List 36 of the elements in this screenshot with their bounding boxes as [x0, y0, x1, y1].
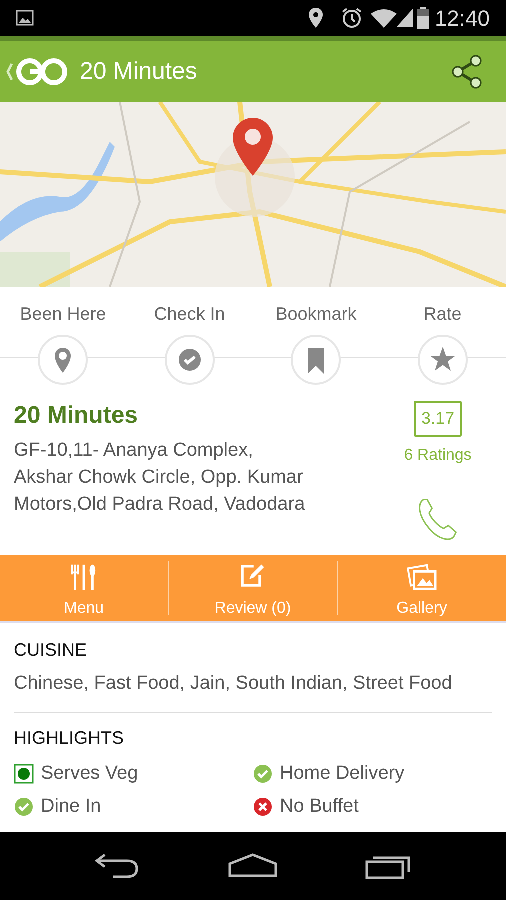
home-icon[interactable]	[227, 852, 279, 880]
place-address: GF-10,11- Ananya Complex, Akshar Chowk Circle, Opp. Kumar Motors,Old Padra Road, Vadodara	[14, 439, 306, 517]
tab-button[interactable]: Review (0)	[169, 555, 337, 621]
cuisine-text: Chinese, Fast Food, Jain, South Indian, Street Food	[14, 672, 454, 696]
section-heading: HIGHLIGHTS	[14, 727, 126, 749]
action-label: Rate	[424, 303, 462, 325]
highlight-label: Serves Veg	[41, 762, 138, 786]
back-icon[interactable]	[93, 851, 141, 881]
ratings-count[interactable]: 6 Ratings	[404, 444, 472, 468]
app-title: 20 Minutes	[80, 56, 198, 86]
map-pin-icon[interactable]	[233, 118, 273, 176]
status-time: 12:40	[434, 4, 490, 32]
action-label: Been Here	[20, 303, 106, 325]
logo-icon[interactable]	[16, 56, 68, 86]
highlight-label: Dine In	[41, 795, 102, 819]
highlight-label: Home Delivery	[280, 762, 405, 786]
gallery-icon	[407, 563, 437, 592]
check-icon	[253, 764, 273, 784]
rating-badge: 3.17	[414, 401, 462, 436]
action-label: Bookmark	[276, 303, 357, 325]
image-icon	[16, 10, 34, 26]
tab-button[interactable]: Menu	[0, 555, 168, 621]
battery-icon	[416, 7, 429, 29]
place-name: 20 Minutes	[14, 401, 140, 431]
section-heading: CUISINE	[14, 639, 88, 661]
check-icon	[14, 797, 34, 817]
action-label: Check In	[154, 303, 226, 325]
tab-button[interactable]: Gallery	[338, 555, 506, 621]
veg-icon	[14, 764, 34, 784]
wifi-icon	[370, 8, 397, 28]
alarm-icon	[340, 7, 363, 29]
cross-icon	[253, 797, 273, 817]
highlight-label: No Buffet	[280, 795, 359, 819]
location-icon	[308, 8, 323, 28]
share-icon[interactable]	[450, 54, 484, 88]
signal-icon	[396, 9, 413, 27]
